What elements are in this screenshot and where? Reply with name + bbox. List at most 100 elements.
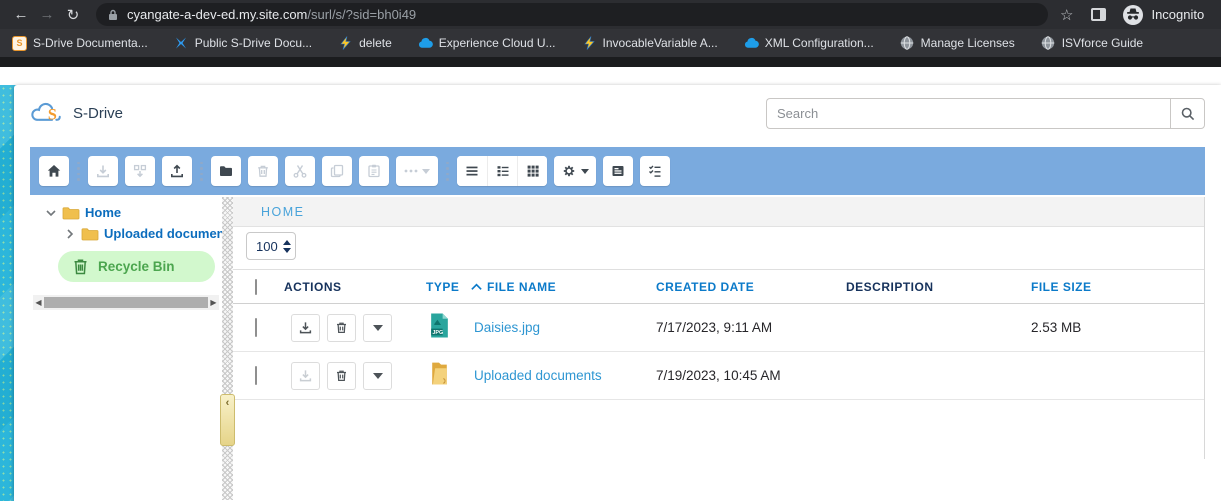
recycle-bin-button[interactable]: Recycle Bin [58, 251, 215, 282]
detail-view-button[interactable] [487, 156, 517, 186]
column-header-created-date[interactable]: CREATED DATE [650, 280, 840, 294]
file-size-cell: 2.53 MB [1025, 320, 1204, 335]
table-row: Uploaded documents 7/19/2023, 10:45 AM [233, 352, 1204, 400]
address-bar[interactable]: cyangate-a-dev-ed.my.site.com/surl/s/?si… [96, 3, 1048, 26]
splitter-collapse-handle[interactable]: ‹ [220, 394, 235, 446]
bookmark-xml-configuration[interactable]: XML Configuration... [744, 36, 874, 51]
bookmark-manage-licenses[interactable]: Manage Licenses [900, 36, 1015, 51]
preview-pane-button[interactable] [603, 156, 633, 186]
svg-text:JPG: JPG [432, 330, 443, 336]
cut-button[interactable] [285, 156, 315, 186]
bookmark-invocablevariable[interactable]: InvocableVariable A... [582, 36, 718, 51]
upload-button[interactable] [162, 156, 192, 186]
stepper-arrows[interactable] [279, 240, 295, 253]
brand: S S-Drive [30, 100, 123, 126]
cut-icon [292, 163, 308, 179]
toolbar-separator [445, 156, 450, 186]
scrollbar-thumb[interactable] [44, 297, 208, 308]
column-header-type[interactable]: TYPE [420, 280, 468, 294]
more-actions-icon [404, 169, 418, 173]
search-button[interactable] [1170, 98, 1205, 129]
card-header: S S-Drive [14, 85, 1221, 147]
recycle-bin-label: Recycle Bin [98, 259, 175, 274]
folder-icon [81, 227, 99, 241]
more-actions-button[interactable] [396, 156, 438, 186]
row-delete-button[interactable] [327, 362, 356, 390]
reload-icon[interactable]: ↻ [60, 6, 86, 24]
new-folder-button[interactable] [211, 156, 241, 186]
new-folder-icon [218, 163, 234, 179]
select-all-checkbox[interactable] [255, 279, 257, 295]
lightning-icon [582, 36, 597, 51]
panel-splitter[interactable]: ‹ [222, 197, 233, 500]
preview-pane-icon [610, 163, 626, 179]
toolbar-separator [199, 156, 204, 186]
created-date-cell: 7/17/2023, 9:11 AM [650, 320, 840, 335]
breadcrumb[interactable]: HOME [261, 205, 305, 219]
row-checkbox[interactable] [255, 366, 257, 385]
detail-view-icon [495, 163, 511, 179]
file-list-panel: HOME 100 ACTIO [233, 197, 1205, 459]
page-size-stepper[interactable]: 100 [246, 232, 296, 260]
grid-view-button[interactable] [517, 156, 547, 186]
tree-item-uploaded-documents[interactable]: Uploaded documents [64, 223, 222, 244]
row-download-button[interactable] [291, 362, 320, 390]
file-name-link[interactable]: Daisies.jpg [474, 320, 540, 335]
column-header-actions: ACTIONS [278, 280, 420, 294]
sdrive-favicon: S [12, 36, 27, 51]
multi-select-button[interactable] [640, 156, 670, 186]
list-view-button[interactable] [457, 156, 487, 186]
row-delete-button[interactable] [327, 314, 356, 342]
step-up-icon[interactable] [283, 240, 291, 245]
chevron-down-icon [581, 169, 589, 174]
download-button[interactable] [88, 156, 118, 186]
search-input[interactable] [766, 98, 1170, 129]
tree-horizontal-scrollbar[interactable]: ◀ ▶ [33, 295, 219, 310]
paste-icon [366, 163, 382, 179]
download-multiple-button[interactable] [125, 156, 155, 186]
page-size-value[interactable]: 100 [247, 239, 279, 254]
table-header: ACTIONS TYPE FILE NAME CREATED DATE DESC… [233, 270, 1204, 304]
settings-button[interactable] [554, 156, 596, 186]
column-header-file-size[interactable]: FILE SIZE [1025, 280, 1204, 294]
table-row: JPG Daisies.jpg 7/17/2023, 9:11 AM 2.53 … [233, 304, 1204, 352]
bookmark-star-icon[interactable]: ☆ [1060, 6, 1073, 24]
bookmark-delete[interactable]: delete [338, 36, 392, 51]
cloud-icon [418, 36, 433, 51]
step-down-icon[interactable] [283, 248, 291, 253]
cloud-icon [744, 36, 759, 51]
bookmark-public-sdrive-docs[interactable]: Public S-Drive Docu... [174, 36, 312, 51]
tree-item-home[interactable]: Home [45, 202, 121, 223]
home-icon [46, 163, 62, 179]
file-name-link[interactable]: Uploaded documents [474, 368, 602, 383]
screen: ← → ↻ cyangate-a-dev-ed.my.site.com/surl… [0, 0, 1221, 501]
scroll-left-icon[interactable]: ◀ [33, 298, 44, 307]
folder-type-icon [429, 361, 450, 386]
toolbar-separator [76, 156, 81, 186]
scroll-right-icon[interactable]: ▶ [208, 298, 219, 307]
copy-button[interactable] [322, 156, 352, 186]
back-icon[interactable]: ← [8, 6, 34, 23]
folder-tree-panel: Home Uploaded documents Recycle Bin ◀ [30, 197, 222, 500]
row-more-button[interactable] [363, 314, 392, 342]
row-more-button[interactable] [363, 362, 392, 390]
delete-button[interactable] [248, 156, 278, 186]
row-checkbox[interactable] [255, 318, 257, 337]
bookmark-isvforce-guide[interactable]: ISVforce Guide [1041, 36, 1143, 51]
jpg-file-icon: JPG [429, 313, 450, 338]
paste-button[interactable] [359, 156, 389, 186]
list-view-icon [464, 163, 480, 179]
download-icon [95, 163, 111, 179]
view-switcher [457, 156, 547, 186]
home-button[interactable] [39, 156, 69, 186]
side-panel-icon[interactable] [1091, 8, 1106, 21]
forward-icon[interactable]: → [34, 6, 60, 23]
bookmark-experience-cloud[interactable]: Experience Cloud U... [418, 36, 556, 51]
bookmark-sdrive-documentation[interactable]: S S-Drive Documenta... [12, 36, 148, 51]
row-download-button[interactable] [291, 314, 320, 342]
download-icon [298, 368, 313, 383]
lock-icon [108, 9, 118, 21]
chevron-down-icon [422, 169, 430, 174]
column-header-file-name[interactable]: FILE NAME [468, 280, 650, 294]
trash-icon [334, 320, 349, 335]
